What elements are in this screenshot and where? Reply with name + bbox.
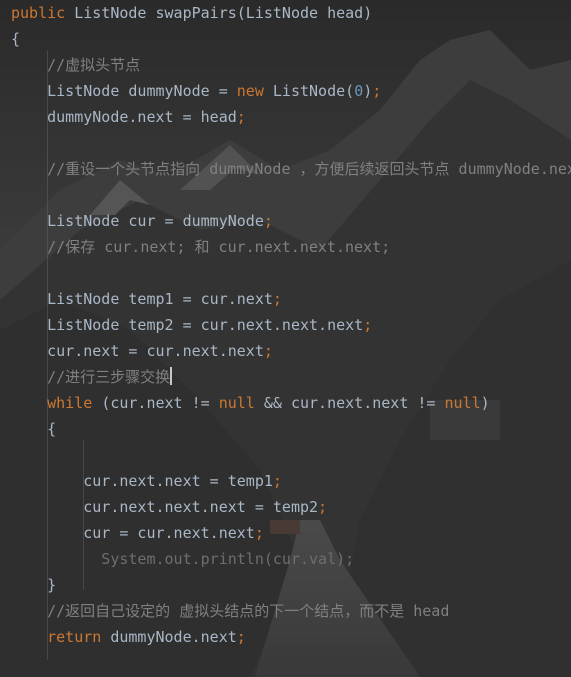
code-line[interactable]: //返回自己设定的 虚拟头结点的下一个结点，而不是 head [11, 598, 449, 624]
code-line[interactable]: } [11, 572, 56, 598]
code-token: && cur.next.next != [263, 394, 445, 412]
code-token: ; [254, 524, 264, 542]
code-token: ) [480, 394, 490, 412]
code-token: ; [272, 472, 282, 490]
code-token: ListNode cur = dummyNode [11, 212, 264, 230]
code-token: ; [372, 82, 382, 100]
code-token: cur.next = cur.next.next [11, 342, 264, 360]
code-token: null [444, 394, 481, 412]
code-token: while [47, 394, 102, 412]
code-line[interactable]: return dummyNode.next; [11, 624, 246, 650]
code-line[interactable]: //虚拟头节点 [11, 52, 140, 78]
code-token: ; [236, 108, 246, 126]
code-token: public [11, 4, 75, 22]
code-line[interactable]: { [11, 26, 20, 52]
code-editor[interactable]: public ListNode swapPairs(ListNode head)… [0, 0, 571, 677]
code-token: ListNode temp2 = cur.next.next.next [11, 316, 364, 334]
code-token: System.out.println(cur.val); [11, 550, 355, 568]
code-token: ListNode dummyNode = [11, 82, 237, 100]
code-line[interactable]: cur.next = cur.next.next; [11, 338, 273, 364]
code-line[interactable]: { [11, 416, 56, 442]
code-line[interactable]: //重设一个头节点指向 dummyNode ，方便后续返回头节点 dummyNo… [11, 156, 571, 182]
code-token: //虚拟头节点 [11, 56, 141, 74]
code-token: { [11, 420, 57, 438]
code-line[interactable]: ListNode temp1 = cur.next; [11, 286, 282, 312]
code-token: cur = cur.next.next [11, 524, 255, 542]
code-line[interactable]: System.out.println(cur.val); [11, 546, 354, 572]
code-line[interactable]: while (cur.next != null && cur.next.next… [11, 390, 490, 416]
code-token: return [47, 628, 111, 646]
code-token: ListNode swapPairs(ListNode head) [74, 4, 373, 22]
code-token: ListNode temp1 = cur.next [11, 290, 273, 308]
code-line[interactable]: public ListNode swapPairs(ListNode head) [11, 0, 372, 26]
code-line[interactable]: ListNode dummyNode = new ListNode(0); [11, 78, 381, 104]
code-token: cur.next.next = temp1 [11, 472, 273, 490]
code-token: cur.next.next.next = temp2 [11, 498, 319, 516]
code-token: ; [363, 316, 373, 334]
code-line[interactable]: cur = cur.next.next; [11, 520, 264, 546]
code-token: //返回自己设定的 虚拟头结点的下一个结点，而不是 head [11, 602, 450, 620]
code-token: { [11, 30, 21, 48]
code-token: } [11, 576, 57, 594]
code-line[interactable]: ListNode temp2 = cur.next.next.next; [11, 312, 372, 338]
code-line[interactable]: //进行三步骤交换 [11, 364, 173, 390]
code-token: ; [272, 290, 282, 308]
code-token: ; [236, 628, 246, 646]
code-line[interactable]: ListNode cur = dummyNode; [11, 208, 273, 234]
code-line[interactable]: cur.next.next = temp1; [11, 468, 282, 494]
code-token: null [218, 394, 264, 412]
code-token: ; [318, 498, 328, 516]
code-token: //重设一个头节点指向 dummyNode ，方便后续返回头节点 dummyNo… [11, 160, 571, 178]
code-token: new [236, 82, 273, 100]
code-token: ListNode( [272, 82, 355, 100]
code-area[interactable]: public ListNode swapPairs(ListNode head)… [0, 0, 571, 677]
code-line[interactable]: dummyNode.next = head; [11, 104, 246, 130]
code-line[interactable]: //保存 cur.next; 和 cur.next.next.next; [11, 234, 390, 260]
code-token: 0 [354, 82, 364, 100]
code-token: //进行三步骤交换 [11, 368, 171, 386]
code-token: ; [263, 342, 273, 360]
text-caret [170, 367, 173, 385]
code-token: ) [363, 82, 373, 100]
code-token: (cur.next != [101, 394, 219, 412]
code-token: ; [263, 212, 273, 230]
code-line[interactable]: cur.next.next.next = temp2; [11, 494, 327, 520]
code-token: //保存 cur.next; 和 cur.next.next.next; [11, 238, 391, 256]
code-token: dummyNode.next = head [11, 108, 237, 126]
code-token: dummyNode.next [110, 628, 237, 646]
